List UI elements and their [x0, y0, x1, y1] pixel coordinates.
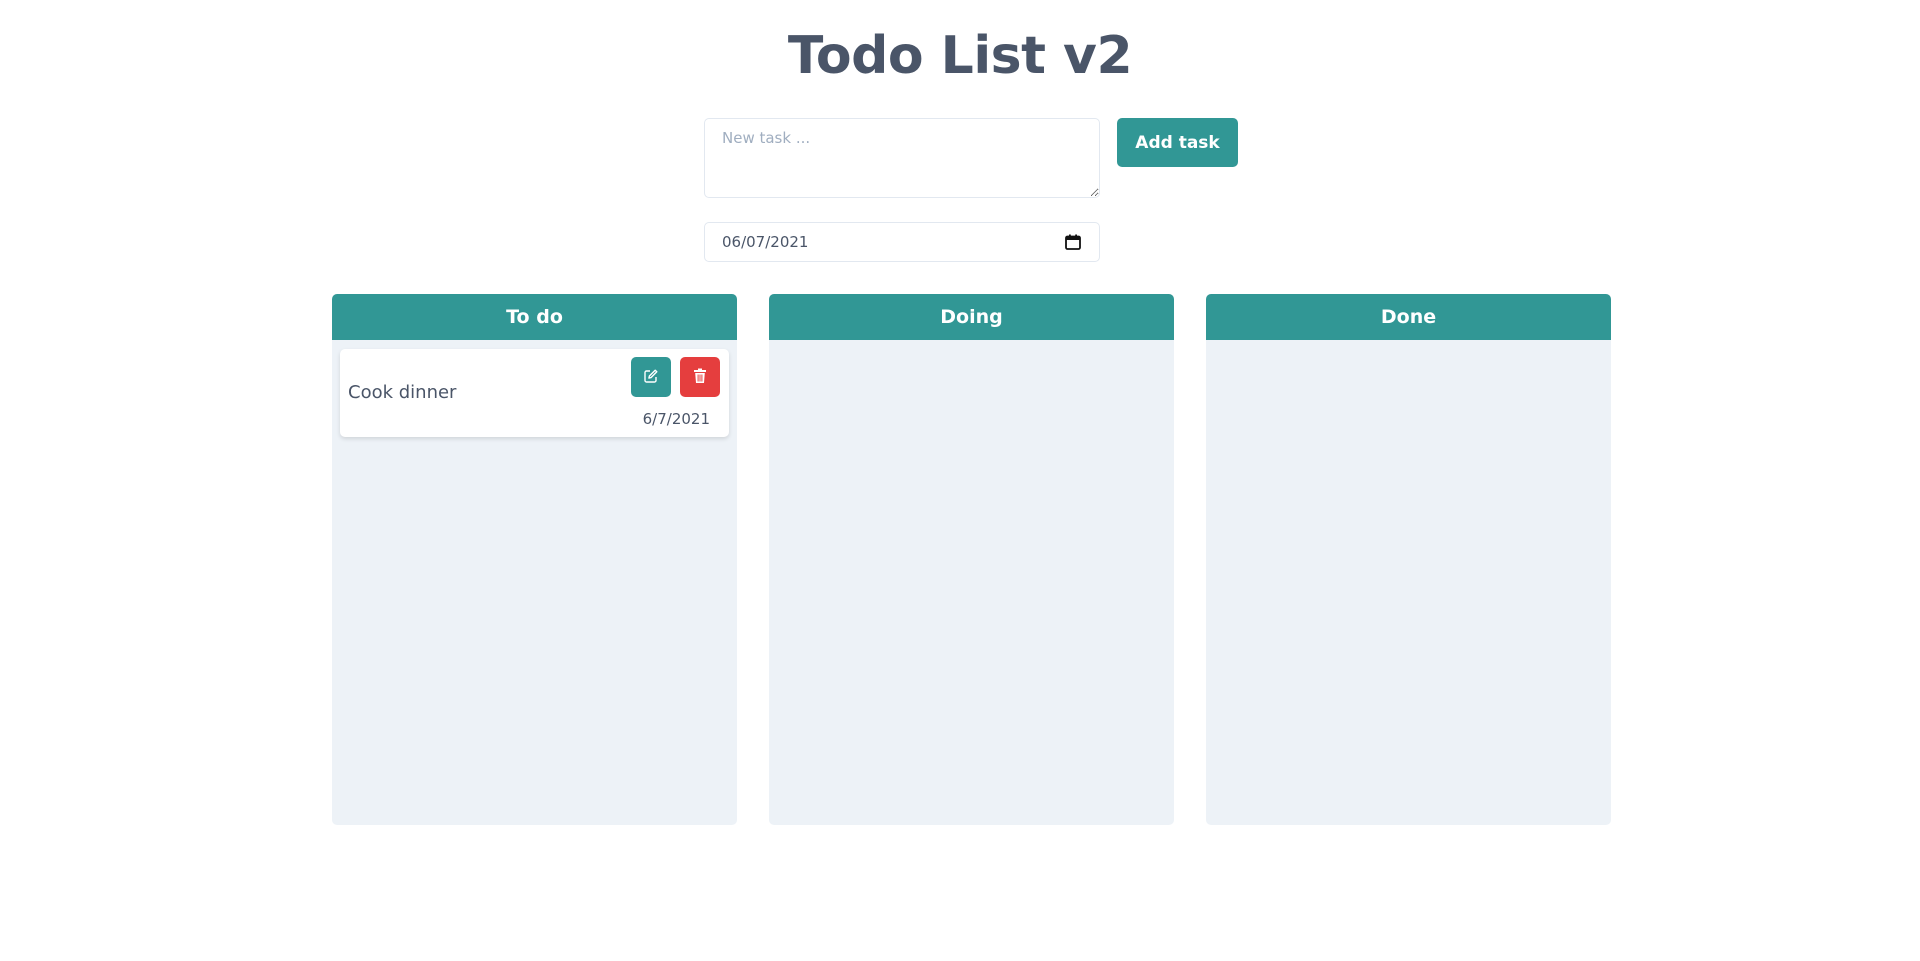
edit-task-button[interactable] — [631, 357, 671, 397]
due-date-value: 06/07/2021 — [722, 233, 809, 251]
due-date-input[interactable]: 06/07/2021 — [704, 222, 1100, 262]
calendar-icon[interactable] — [1064, 233, 1082, 251]
column-done: Done — [1206, 294, 1611, 825]
column-header-todo: To do — [332, 294, 737, 340]
edit-icon — [643, 368, 659, 387]
task-text: Cook dinner — [348, 382, 457, 403]
column-todo: To do Cook dinner 6/7/2021 — [332, 294, 737, 825]
column-doing: Doing — [769, 294, 1174, 825]
column-header-doing: Doing — [769, 294, 1174, 340]
delete-task-button[interactable] — [680, 357, 720, 397]
new-task-input[interactable] — [704, 118, 1100, 198]
task-card[interactable]: Cook dinner 6/7/2021 — [340, 349, 729, 437]
add-task-button[interactable]: Add task — [1117, 118, 1238, 167]
task-date: 6/7/2021 — [642, 410, 710, 428]
column-header-done: Done — [1206, 294, 1611, 340]
trash-icon — [693, 368, 707, 387]
page-title: Todo List v2 — [787, 26, 1133, 86]
